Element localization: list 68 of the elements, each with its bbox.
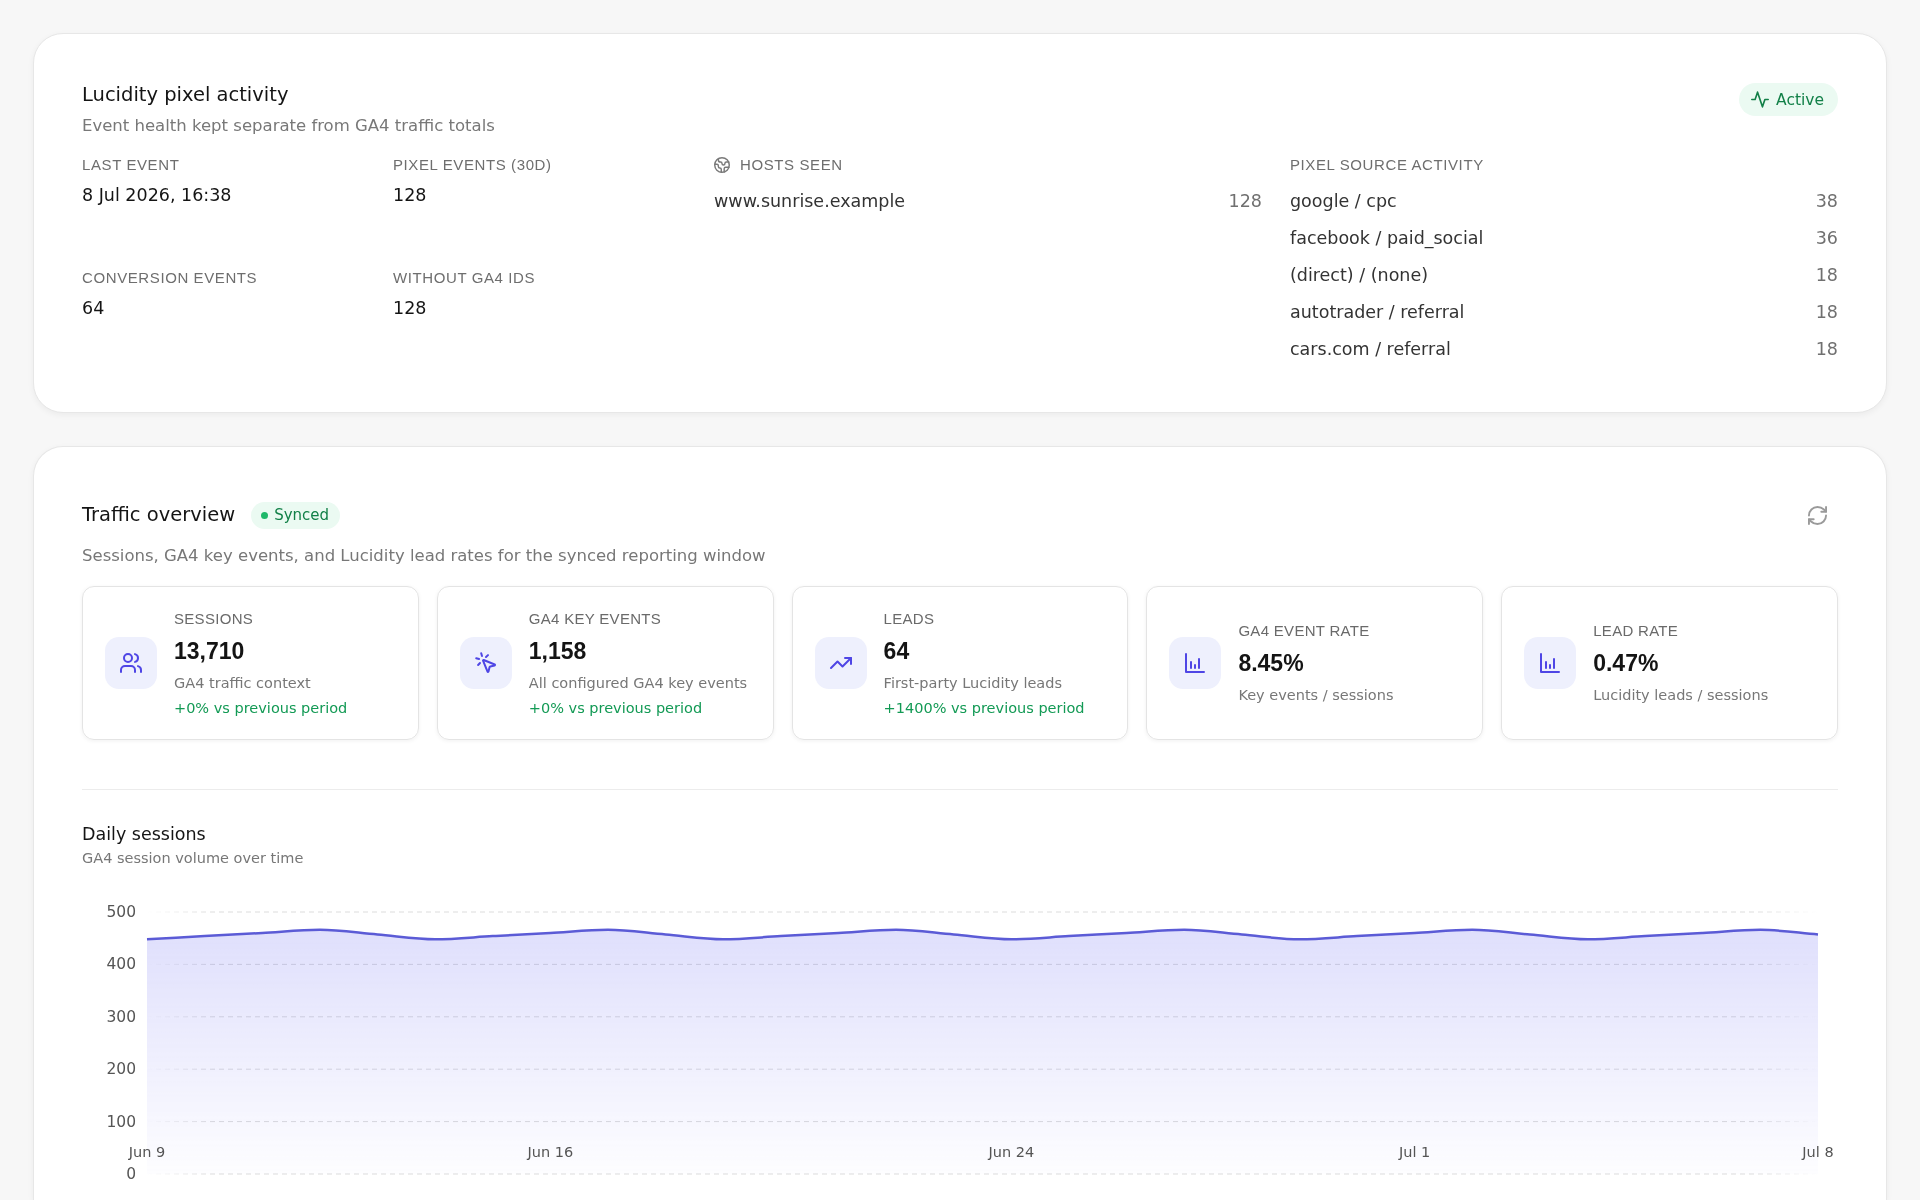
stat-label: LEAD RATE bbox=[1593, 621, 1680, 641]
globe-icon bbox=[714, 157, 730, 173]
metric-value: 128 bbox=[393, 184, 428, 207]
card-description: Sessions, GA4 key events, and Lucidity lead rates for the synced reporting window bbox=[82, 545, 767, 567]
source-count: 18 bbox=[1815, 338, 1838, 361]
stat-caption: GA4 traffic context bbox=[174, 673, 312, 693]
stat-caption: Lucidity leads / sessions bbox=[1593, 686, 1769, 705]
bar-chart-icon bbox=[1524, 637, 1577, 689]
chart-title: Daily sessions bbox=[82, 823, 207, 846]
section-label: PIXEL SOURCE ACTIVITY bbox=[1290, 155, 1485, 175]
stat-label: GA4 EVENT RATE bbox=[1238, 621, 1371, 641]
source-name: (direct) / (none) bbox=[1290, 264, 1429, 287]
x-axis-label: Jul 8 bbox=[1802, 1144, 1834, 1160]
y-axis-label: 0 bbox=[126, 1165, 136, 1183]
stat-value: 64 bbox=[883, 636, 911, 666]
host-name: www.sunrise.example bbox=[714, 190, 906, 213]
x-axis-label: Jun 16 bbox=[527, 1144, 574, 1160]
x-axis-label: Jun 9 bbox=[128, 1144, 166, 1160]
stat-value: 1,158 bbox=[528, 636, 588, 666]
users-icon bbox=[105, 637, 157, 689]
y-axis-label: 300 bbox=[106, 1007, 136, 1026]
refresh-icon[interactable] bbox=[1808, 505, 1827, 525]
y-axis-label: 500 bbox=[106, 903, 136, 921]
metric-label: CONVERSION EVENTS bbox=[82, 268, 259, 288]
stat-change: +0% vs previous period bbox=[528, 698, 704, 718]
cursor-click-icon bbox=[459, 637, 512, 689]
card-title: Lucidity pixel activity bbox=[82, 82, 290, 108]
card-title: Traffic overview bbox=[82, 502, 236, 528]
stat-caption: First-party Lucidity leads bbox=[883, 673, 1063, 693]
metric-value: 8 Jul 2026, 16:38 bbox=[82, 184, 233, 207]
source-count: 18 bbox=[1815, 301, 1838, 324]
stat-change: +1400% vs previous period bbox=[883, 698, 1085, 718]
x-axis-label: Jul 1 bbox=[1399, 1144, 1431, 1160]
stat-value: 8.45% bbox=[1238, 649, 1305, 678]
stat-caption: All configured GA4 key events bbox=[528, 673, 748, 693]
stat-caption: Key events / sessions bbox=[1238, 686, 1394, 705]
bar-chart-icon bbox=[1169, 637, 1222, 689]
metric-label: LAST EVENT bbox=[82, 155, 181, 175]
trend-up-icon bbox=[814, 637, 867, 689]
stat-label: GA4 KEY EVENTS bbox=[528, 608, 663, 629]
source-name: autotrader / referral bbox=[1290, 301, 1465, 324]
badge-label: Active bbox=[1776, 90, 1824, 109]
metric-value: 128 bbox=[393, 297, 428, 320]
source-name: facebook / paid_social bbox=[1290, 227, 1484, 250]
stat-change: +0% vs previous period bbox=[174, 698, 348, 718]
metric-label: PIXEL EVENTS (30D) bbox=[393, 155, 553, 175]
stat-value: 13,710 bbox=[174, 636, 246, 666]
chart-subtitle: GA4 session volume over time bbox=[82, 849, 305, 868]
metric-label: WITHOUT GA4 IDS bbox=[393, 268, 537, 288]
stat-label: LEADS bbox=[883, 608, 936, 629]
y-axis-label: 100 bbox=[106, 1112, 136, 1131]
x-axis-label: Jun 24 bbox=[988, 1144, 1035, 1160]
status-dot-icon bbox=[261, 511, 269, 519]
badge-label: Synced bbox=[274, 506, 330, 524]
section-label: HOSTS SEEN bbox=[740, 155, 843, 175]
source-name: cars.com / referral bbox=[1290, 338, 1451, 361]
source-name: google / cpc bbox=[1290, 190, 1397, 213]
y-axis-label: 400 bbox=[106, 955, 136, 974]
card-subtitle: Event health kept separate from GA4 traffic totals bbox=[82, 115, 495, 137]
metric-value: 64 bbox=[82, 297, 106, 320]
source-count: 18 bbox=[1815, 264, 1838, 287]
source-count: 38 bbox=[1815, 190, 1838, 213]
pulse-icon bbox=[1751, 91, 1770, 108]
host-count: 128 bbox=[1228, 190, 1262, 213]
y-axis-label: 200 bbox=[106, 1060, 136, 1079]
source-count: 36 bbox=[1815, 227, 1838, 250]
stat-value: 0.47% bbox=[1593, 649, 1660, 678]
stat-label: SESSIONS bbox=[174, 608, 255, 629]
